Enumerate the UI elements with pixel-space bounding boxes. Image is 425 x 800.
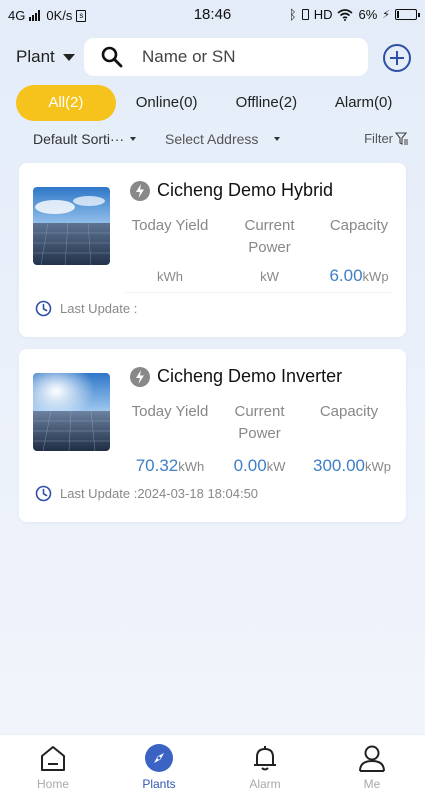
sort-label: Default Sorti··· (33, 131, 125, 147)
plant-name: Cicheng Demo Inverter (157, 366, 343, 386)
caret-down-icon (274, 137, 281, 141)
search-input[interactable] (142, 47, 342, 67)
current-power-value: kW (227, 266, 312, 286)
address-label: Select Address (165, 131, 259, 147)
home-icon (41, 746, 65, 771)
tab-alarm[interactable]: Alarm(0) (316, 85, 411, 121)
plant-type-label: Plant (16, 47, 55, 66)
tab-all[interactable]: All(2) (16, 85, 116, 121)
vibrate-icon (301, 9, 309, 20)
current-power-value: 0.00kW (217, 456, 302, 476)
filter-button[interactable]: Filter (364, 131, 409, 146)
capacity-value: 300.00kWp (307, 456, 397, 476)
last-update-value: 2024-03-18 18:04:50 (137, 486, 259, 501)
lightning-icon (130, 367, 150, 387)
bluetooth-icon: ᛒ (288, 7, 297, 22)
last-update: Last Update : (35, 300, 137, 317)
battery-percent: 6% (358, 7, 378, 22)
today-yield-unit: kWh (157, 269, 183, 284)
caret-down-icon (62, 53, 75, 61)
status-bar: 4G 0K/s s 18:46 ᛒ HD 6% ⚡ (0, 0, 425, 30)
last-update: Last Update : 2024-03-18 18:04:50 (35, 485, 258, 502)
clock-icon (35, 485, 52, 502)
capacity-number: 6.00 (329, 266, 363, 285)
nav-home-label: Home (36, 777, 69, 791)
search-box[interactable] (84, 38, 368, 76)
today-yield-number: 70.32 (135, 456, 179, 475)
capacity-unit: kWp (362, 269, 389, 284)
last-update-label: Last Update : (60, 301, 138, 316)
lightning-icon (130, 181, 150, 201)
status-filter-tabs: All(2) Online(0) Offline(2) Alarm(0) (16, 85, 411, 121)
plant-card[interactable]: Cicheng Demo Inverter Today Yield Curren… (19, 349, 406, 522)
charging-icon: ⚡ (382, 9, 390, 21)
filter-label: Filter (364, 131, 393, 146)
plant-type-dropdown[interactable]: Plant (16, 47, 75, 67)
add-plant-button[interactable] (383, 44, 411, 72)
divider (125, 292, 391, 293)
current-power-label: Current Power (234, 403, 285, 442)
plant-name: Cicheng Demo Hybrid (157, 180, 334, 200)
today-yield-label: Today Yield (131, 217, 209, 234)
user-icon (359, 745, 385, 772)
capacity-label: Capacity (329, 217, 389, 234)
current-power-number: 0.00 (233, 456, 267, 475)
battery-icon (395, 9, 420, 20)
nav-alarm-label: Alarm (249, 777, 281, 791)
today-yield-label: Today Yield (131, 403, 209, 420)
capacity-value: 6.00kWp (314, 266, 404, 286)
hd-badge: HD (313, 7, 333, 22)
today-yield-value: kWh (125, 266, 215, 286)
tab-offline[interactable]: Offline(2) (217, 85, 317, 121)
plant-photo (33, 373, 110, 451)
last-update-label: Last Update : (60, 486, 138, 501)
capacity-unit: kWp (365, 459, 391, 474)
filter-icon (395, 131, 408, 145)
address-dropdown[interactable]: Select Address (165, 131, 281, 147)
today-yield-unit: kWh (178, 459, 205, 474)
current-power-label: Current Power (244, 217, 295, 256)
wifi-icon (337, 8, 353, 21)
bell-icon (254, 746, 276, 771)
tab-online[interactable]: Online(0) (117, 85, 217, 121)
top-bar: Plant (0, 38, 425, 78)
clock-icon (35, 300, 52, 317)
plant-card[interactable]: Cicheng Demo Hybrid Today Yield Current … (19, 163, 406, 337)
current-power-unit: kW (266, 459, 286, 474)
search-icon (101, 46, 123, 68)
current-power-unit: kW (260, 269, 279, 284)
today-yield-value: 70.32kWh (125, 456, 215, 476)
plant-photo (33, 187, 110, 265)
sort-dropdown[interactable]: Default Sorti··· (33, 131, 137, 147)
status-right: ᛒ HD 6% ⚡ (288, 7, 420, 22)
caret-down-icon (130, 137, 137, 141)
compass-icon (145, 744, 173, 772)
capacity-number: 300.00 (313, 456, 365, 475)
sort-row: Default Sorti··· Select Address Filter (0, 129, 425, 151)
nav-plants-label: Plants (142, 777, 176, 791)
nav-me-label: Me (363, 777, 381, 791)
bottom-nav: Home Plants Alarm Me (0, 734, 425, 800)
capacity-label: Capacity (319, 403, 379, 420)
